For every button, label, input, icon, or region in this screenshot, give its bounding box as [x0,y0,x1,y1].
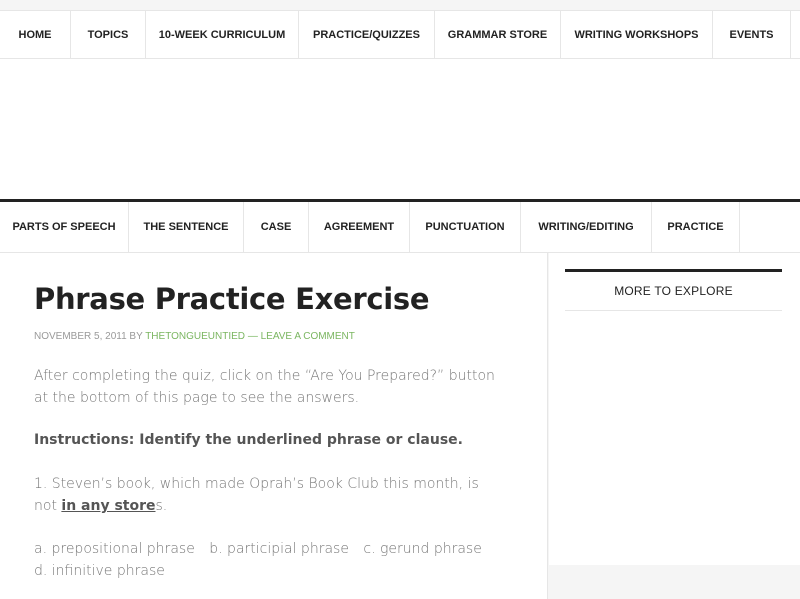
sidebar-heading: MORE TO EXPLORE [614,284,733,298]
nav-writing-workshops[interactable]: WRITING WORKSHOPS [561,11,713,58]
nav-topics[interactable]: TOPICS [71,11,146,58]
question-1-options: a. prepositional phrase b. participial p… [34,538,504,582]
question-1-end: s. [155,498,168,514]
post-date: NOVEMBER 5, 2011 [34,331,127,342]
meta-separator: — [247,331,258,342]
nav-agreement[interactable]: AGREEMENT [309,202,410,252]
nav-practice[interactable]: PRACTICE [652,202,740,252]
nav-punctuation[interactable]: PUNCTUATION [410,202,521,252]
nav-writing-editing[interactable]: WRITING/EDITING [521,202,652,252]
nav-practice-quizzes[interactable]: PRACTICE/QUIZZES [299,11,435,58]
option-a: a. prepositional phrase [34,541,195,557]
instructions-paragraph: Instructions: Identify the underlined ph… [34,432,463,448]
option-d: d. infinitive phrase [34,563,165,579]
nav-grammar-store[interactable]: GRAMMAR STORE [435,11,561,58]
primary-nav: HOME TOPICS 10-WEEK CURRICULUM PRACTICE/… [0,10,800,59]
nav-parts-of-speech[interactable]: PARTS OF SPEECH [0,202,129,252]
leave-comment-link[interactable]: LEAVE A COMMENT [261,331,355,342]
option-c: c. gerund phrase [363,541,482,557]
intro-paragraph: After completing the quiz, click on the … [34,368,495,406]
question-1: 1. Steven’s book, which made Oprah’s Boo… [34,473,504,517]
post-author-link[interactable]: THETONGUEUNTIED [145,331,245,342]
top-strip [0,0,800,10]
nav-case[interactable]: CASE [244,202,309,252]
post-by: BY [129,331,143,342]
secondary-nav: PARTS OF SPEECH THE SENTENCE CASE AGREEM… [0,202,800,253]
nav-home[interactable]: HOME [0,11,71,58]
option-b: b. participial phrase [209,541,349,557]
post-title: Phrase Practice Exercise [34,282,430,316]
post-meta: NOVEMBER 5, 2011 BY THETONGUEUNTIED — LE… [34,331,355,342]
site-header [0,59,800,202]
sidebar: MORE TO EXPLORE [549,253,800,565]
nav-events[interactable]: EVENTS [713,11,791,58]
nav-curriculum[interactable]: 10-WEEK CURRICULUM [146,11,299,58]
sidebar-heading-box: MORE TO EXPLORE [565,269,782,311]
question-1-underlined: in any store [61,498,156,514]
nav-the-sentence[interactable]: THE SENTENCE [129,202,244,252]
